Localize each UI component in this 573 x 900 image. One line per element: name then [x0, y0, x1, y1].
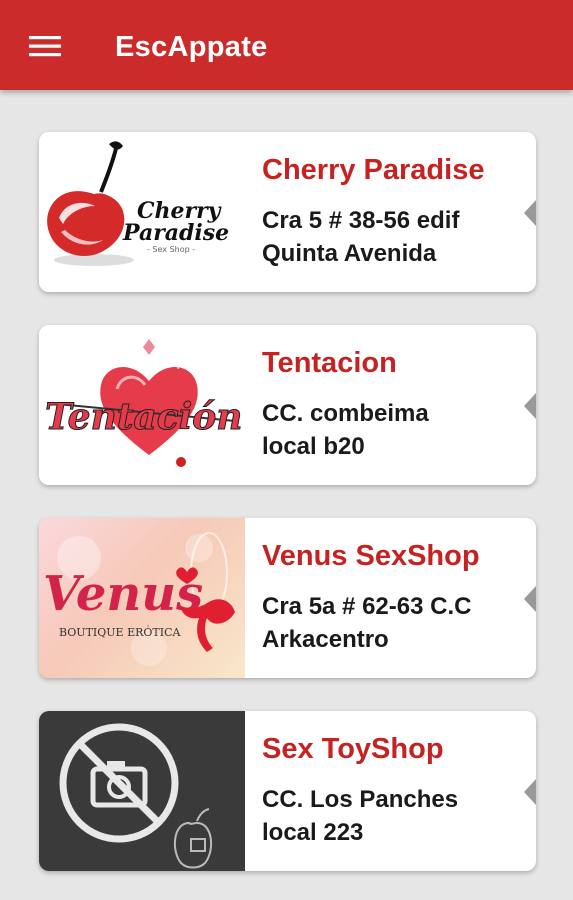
shop-address: Cra 5 # 38-56 edif Quinta Avenida	[262, 207, 460, 267]
app-bar: EscAppate	[0, 0, 573, 90]
shop-logo: Cherry Paradise - Sex Shop -	[39, 132, 245, 292]
shop-name: Sex ToyShop	[262, 733, 444, 765]
shop-name: Tentacion	[262, 347, 397, 379]
shop-card-cherry-paradise[interactable]: Cherry Paradise - Sex Shop - Cherry Para…	[39, 132, 536, 292]
logo-text: - Sex Shop -	[147, 245, 195, 254]
chevron-left-icon	[524, 779, 536, 805]
menu-button[interactable]	[22, 26, 68, 66]
chevron-left-icon	[524, 586, 536, 612]
shop-card-sex-toyshop[interactable]: Sex ToyShop CC. Los Panches local 223	[39, 711, 536, 871]
logo-text: Paradise	[122, 220, 229, 246]
shop-name: Cherry Paradise	[262, 154, 485, 186]
shop-card-tentacion[interactable]: ⚥ Tentación Tentacion CC. combeima local…	[39, 325, 536, 485]
svg-text:⚥: ⚥	[173, 354, 186, 371]
no-photo-icon	[59, 723, 213, 869]
shop-card-venus-sexshop[interactable]: Venus BOUTIQUE ERÓTICA Venus SexShop Cra…	[39, 518, 536, 678]
logo-text: Tentación	[45, 396, 242, 438]
shop-name: Venus SexShop	[262, 540, 480, 572]
logo-text: BOUTIQUE ERÓTICA	[59, 625, 182, 639]
chevron-left-icon	[524, 200, 536, 226]
shop-address: CC. combeima local b20	[262, 400, 429, 460]
shop-logo	[39, 711, 245, 871]
shop-list[interactable]: Cherry Paradise - Sex Shop - Cherry Para…	[0, 90, 573, 900]
cherry-logo-image: Cherry Paradise - Sex Shop -	[47, 141, 229, 266]
chevron-left-icon	[524, 393, 536, 419]
shop-address: CC. Los Panches local 223	[262, 786, 459, 846]
venus-logo-image: Venus BOUTIQUE ERÓTICA	[43, 532, 235, 666]
shop-address: Cra 5a # 62-63 C.C Arkacentro	[262, 593, 472, 653]
tentacion-logo-image: ⚥ Tentación	[45, 339, 243, 467]
shop-logo: Venus BOUTIQUE ERÓTICA	[39, 518, 245, 678]
shop-logo: ⚥ Tentación	[39, 325, 245, 485]
menu-icon	[29, 36, 61, 57]
app-title: EscAppate	[115, 31, 268, 63]
